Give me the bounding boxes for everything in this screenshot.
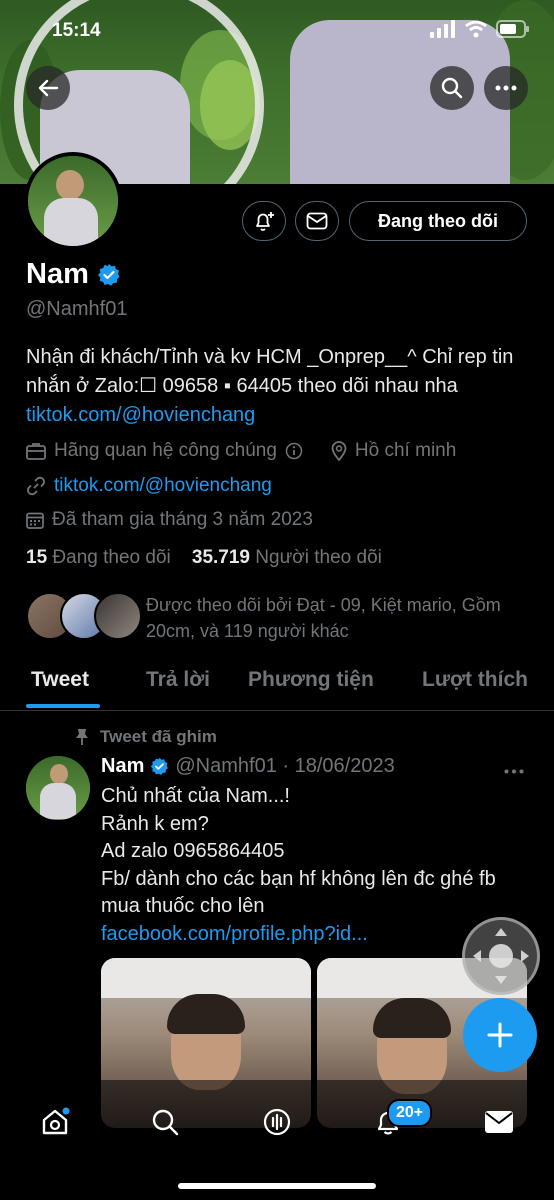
profile-tabs: Tweet Trả lời Phương tiện Lượt thích <box>0 660 554 711</box>
verified-badge-icon <box>97 263 120 286</box>
signal-icon <box>430 20 455 38</box>
back-button[interactable] <box>26 66 70 110</box>
tab-likes[interactable]: Lượt thích <box>422 668 528 692</box>
dpad-icon <box>473 928 529 984</box>
search-icon <box>152 1109 179 1136</box>
nav-home[interactable] <box>39 1106 71 1138</box>
following-label: Đang theo dõi <box>52 547 171 568</box>
status-icons <box>430 20 530 38</box>
followers-you-know-avatars[interactable] <box>26 592 142 640</box>
nav-messages[interactable] <box>483 1106 515 1138</box>
spaces-microphone-icon <box>263 1108 291 1136</box>
more-horizontal-icon <box>504 769 524 774</box>
avatar <box>94 592 142 640</box>
bio-link[interactable]: tiktok.com/@hovienchang <box>26 404 255 426</box>
following-count: 15 <box>26 547 48 568</box>
tweet-more-button[interactable] <box>504 757 524 780</box>
profile-category: Hãng quan hệ công chúng <box>54 440 277 461</box>
link-icon <box>27 476 45 496</box>
tweet-line: Fb/ dành cho các bạn hf không lên đc ghé… <box>101 867 496 918</box>
tweet-handle-date: @Namhf01 · 18/06/2023 <box>175 755 395 777</box>
tab-replies[interactable]: Trả lời <box>146 668 210 692</box>
tab-tweets[interactable]: Tweet <box>31 668 89 692</box>
notifications-badge: 20+ <box>387 1099 433 1127</box>
tweet-avatar[interactable] <box>26 756 90 820</box>
followers-count: 35.719 <box>191 547 250 568</box>
pinned-label-text: Tweet đã ghim <box>100 727 217 746</box>
assistive-touch-control[interactable] <box>462 917 540 995</box>
profile-name-row: Nam <box>26 258 121 291</box>
mail-icon <box>485 1111 513 1133</box>
tweet-line: Rảnh k em? <box>101 812 209 835</box>
wifi-icon <box>465 20 487 38</box>
battery-icon <box>496 20 529 38</box>
calendar-icon <box>26 512 44 529</box>
profile-location: Hồ chí minh <box>354 440 457 461</box>
profile-bio: Nhận đi khách/Tỉnh và kv HCM _Onprep__^ … <box>26 343 536 430</box>
location-pin-icon <box>331 441 347 461</box>
compose-tweet-button[interactable] <box>463 998 537 1072</box>
nav-search[interactable] <box>149 1106 181 1138</box>
pinned-tweet-label: Tweet đã ghim <box>74 727 217 747</box>
status-time: 15:14 <box>52 20 101 41</box>
followers-link[interactable]: 35.719 Người theo dõi <box>192 547 382 568</box>
following-button[interactable]: Đang theo dõi <box>349 201 527 241</box>
profile-joined: Đã tham gia tháng 3 năm 2023 <box>52 509 313 530</box>
bottom-navigation <box>0 1080 554 1200</box>
back-arrow-icon <box>38 79 59 97</box>
nav-spaces[interactable] <box>261 1106 293 1138</box>
profile-handle: @Namhf01 <box>26 298 128 320</box>
briefcase-icon <box>26 443 46 460</box>
more-horizontal-icon <box>495 85 517 91</box>
verified-badge-icon <box>151 757 169 775</box>
tweet-line: Ad zalo 0965864405 <box>101 840 285 862</box>
followed-by-text[interactable]: Được theo dõi bởi Đạt - 09, Kiệt mario, … <box>146 592 526 644</box>
profile-website[interactable]: tiktok.com/@hovienchang <box>54 475 272 497</box>
search-icon <box>441 77 463 99</box>
profile-meta-website: tiktok.com/@hovienchang <box>26 475 272 497</box>
following-link[interactable]: 15 Đang theo dõi <box>26 547 171 568</box>
profile-meta-category-location: Hãng quan hệ công chúng Hồ chí minh <box>26 440 456 462</box>
home-indicator <box>178 1183 376 1189</box>
tweet-line: Chủ nhất của Nam...! <box>101 785 290 807</box>
profile-meta-joined: Đã tham gia tháng 3 năm 2023 <box>26 509 313 531</box>
bio-text: Nhận đi khách/Tỉnh và kv HCM _Onprep__^ … <box>26 346 514 397</box>
mail-icon <box>306 212 328 230</box>
tweet-author-name[interactable]: Nam <box>101 755 144 778</box>
search-button[interactable] <box>430 66 474 110</box>
plus-icon <box>487 1022 513 1048</box>
notification-subscribe-button[interactable] <box>242 201 286 241</box>
tweet-header: Nam @Namhf01 · 18/06/2023 <box>101 755 395 778</box>
info-icon[interactable] <box>285 442 303 460</box>
active-tab-indicator <box>26 704 100 708</box>
profile-name: Nam <box>26 258 89 290</box>
bell-plus-icon <box>256 212 274 231</box>
tab-media[interactable]: Phương tiện <box>248 668 374 692</box>
message-button[interactable] <box>295 201 339 241</box>
follow-counts: 15 Đang theo dõi 35.719 Người theo dõi <box>26 547 382 569</box>
pin-icon <box>76 729 88 745</box>
followers-label: Người theo dõi <box>255 547 382 568</box>
profile-avatar[interactable] <box>24 152 122 250</box>
more-options-button[interactable] <box>484 66 528 110</box>
home-icon <box>42 1107 70 1135</box>
